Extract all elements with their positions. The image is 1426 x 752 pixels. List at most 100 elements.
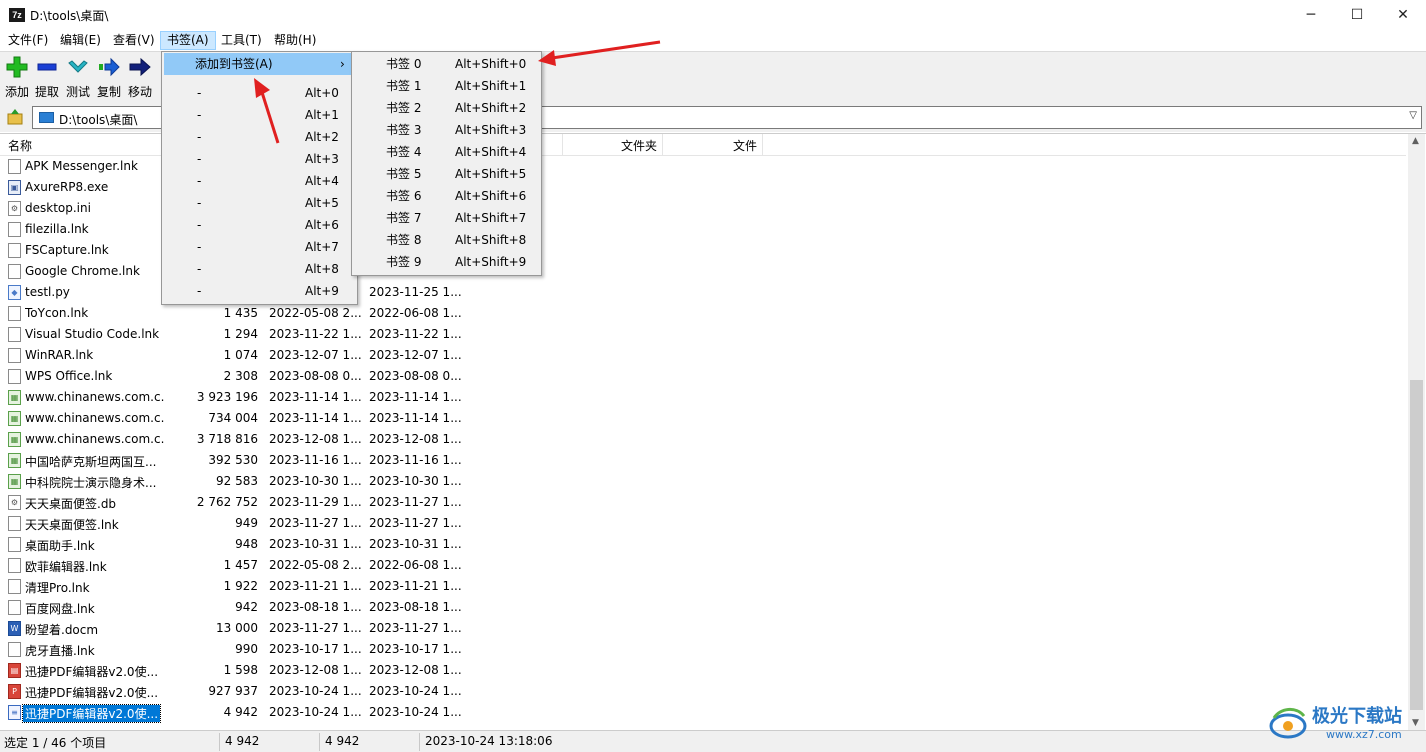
add-bookmark-slot-1[interactable]: 书签 1 Alt+Shift+1 xyxy=(354,75,539,97)
file-row[interactable]: 天天桌面便签.lnk 949 2023-11-27 1... 2023-11-27 1… xyxy=(0,513,1406,534)
bookmarks-menu: 添加到书签(A) › - Alt+0 - Alt+1 - Alt+2 - Alt+3 - Alt+… xyxy=(161,51,358,305)
file-name: AxureRP8.exe xyxy=(25,180,109,194)
file-row[interactable]: ▦ 中国哈萨克斯坦两国互... 392 530 2023-11-16 1... 2023… xyxy=(0,450,1406,471)
menu-tools[interactable]: 工具(T) xyxy=(215,31,268,50)
slot-label: 书签 3 xyxy=(386,123,422,137)
add-bookmark-slot-4[interactable]: 书签 4 Alt+Shift+4 xyxy=(354,141,539,163)
file-row[interactable]: 清理Pro.lnk 1 922 2023-11-21 1... 2023-11-21 … xyxy=(0,576,1406,597)
file-row[interactable]: ▦ www.chinanews.com.c... 734 004 2023-11-14… xyxy=(0,408,1406,429)
file-size: 2 762 752 xyxy=(196,495,258,509)
column-files[interactable]: 文件 xyxy=(733,137,757,154)
file-row[interactable]: WinRAR.lnk 1 074 2023-12-07 1... 2023-12-07… xyxy=(0,345,1406,366)
menu-edit[interactable]: 编辑(E) xyxy=(54,31,107,50)
folder-up-icon[interactable] xyxy=(5,108,25,128)
slot-label: 书签 0 xyxy=(386,57,422,71)
file-row[interactable]: ▦ www.chinanews.com.c... 3 923 196 2023-11-… xyxy=(0,387,1406,408)
file-modified: 2023-12-08 1... xyxy=(269,432,362,446)
bookmark-item-4[interactable]: - Alt+4 xyxy=(164,170,355,192)
vertical-scrollbar[interactable]: ▲ ▼ xyxy=(1408,134,1425,730)
move-button[interactable]: 移动 xyxy=(124,56,156,100)
file-row[interactable]: ▦ www.chinanews.com.c... 3 718 816 2023-12-… xyxy=(0,429,1406,450)
file-row[interactable]: ▤ 迅捷PDF编辑器v2.0使... 1 598 2023-12-08 1... 202… xyxy=(0,660,1406,681)
close-button[interactable]: ✕ xyxy=(1380,0,1426,30)
bookmark-item-5[interactable]: - Alt+5 xyxy=(164,192,355,214)
file-name: 百度网盘.lnk xyxy=(25,602,95,616)
menu-bookmarks[interactable]: 书签(A) xyxy=(160,31,216,50)
file-row[interactable]: 虎牙直播.lnk 990 2023-10-17 1... 2023-10-17 1..… xyxy=(0,639,1406,660)
slot-shortcut: Alt+Shift+0 xyxy=(455,57,527,71)
slot-label: 书签 8 xyxy=(386,233,422,247)
copy-button[interactable]: 复制 xyxy=(93,56,125,100)
maximize-button[interactable]: ☐ xyxy=(1334,0,1380,30)
add-bookmark-slot-5[interactable]: 书签 5 Alt+Shift+5 xyxy=(354,163,539,185)
menu-help[interactable]: 帮助(H) xyxy=(268,31,322,50)
file-row[interactable]: W 盼望着.docm 13 000 2023-11-27 1... 2023-11-27… xyxy=(0,618,1406,639)
py-file-icon: ◆ xyxy=(8,285,21,300)
file-created: 2023-08-08 0... xyxy=(369,369,462,383)
file-row[interactable]: ⚙ 天天桌面便签.db 2 762 752 2023-11-29 1... 2023-1… xyxy=(0,492,1406,513)
bookmark-item-7[interactable]: - Alt+7 xyxy=(164,236,355,258)
scroll-thumb[interactable] xyxy=(1410,380,1423,710)
status-bar: 选定 1 / 46 个项目 4 942 4 942 2023-10-24 13:… xyxy=(0,730,1426,752)
file-row[interactable]: ToYcon.lnk 1 435 2022-05-08 2... 2022-06-08… xyxy=(0,303,1406,324)
bookmark-item-3[interactable]: - Alt+3 xyxy=(164,148,355,170)
slot-label: 书签 9 xyxy=(386,255,422,269)
bookmark-item-0[interactable]: - Alt+0 xyxy=(164,82,355,104)
file-row[interactable]: ▦ 中科院院士演示隐身术... 92 583 2023-10-30 1... 2023-… xyxy=(0,471,1406,492)
file-created: 2023-12-07 1... xyxy=(369,348,462,362)
add-bookmark-slot-3[interactable]: 书签 3 Alt+Shift+3 xyxy=(354,119,539,141)
add-bookmark-slot-9[interactable]: 书签 9 Alt+Shift+9 xyxy=(354,251,539,273)
add-button[interactable]: 添加 xyxy=(1,56,33,100)
bookmark-label: - xyxy=(197,108,202,122)
file-modified: 2023-11-14 1... xyxy=(269,390,362,404)
file-created: 2023-11-25 1... xyxy=(369,285,462,299)
column-folders[interactable]: 文件夹 xyxy=(621,137,657,154)
file-row[interactable]: P 迅捷PDF编辑器v2.0使... 927 937 2023-10-24 1... 2… xyxy=(0,681,1406,702)
scroll-up-icon[interactable]: ▲ xyxy=(1412,136,1419,146)
add-bookmark-slot-6[interactable]: 书签 6 Alt+Shift+6 xyxy=(354,185,539,207)
file-created: 2023-10-30 1... xyxy=(369,474,462,488)
file-size: 1 074 xyxy=(223,348,258,362)
file-size: 3 718 816 xyxy=(196,432,258,446)
column-name[interactable]: 名称 xyxy=(8,137,32,154)
add-bookmark-slot-2[interactable]: 书签 2 Alt+Shift+2 xyxy=(354,97,539,119)
copy-arrow-icon xyxy=(93,56,125,82)
minimize-button[interactable]: ─ xyxy=(1288,0,1334,30)
file-name: 盼望着.docm xyxy=(25,623,99,637)
file-row[interactable]: 桌面助手.lnk 948 2023-10-31 1... 2023-10-31 1..… xyxy=(0,534,1406,555)
submenu-arrow-icon: › xyxy=(340,57,345,71)
move-label: 移动 xyxy=(127,85,152,99)
bookmark-item-1[interactable]: - Alt+1 xyxy=(164,104,355,126)
bookmark-item-6[interactable]: - Alt+6 xyxy=(164,214,355,236)
file-size: 734 004 xyxy=(208,411,258,425)
file-row[interactable]: ≡ 迅捷PDF编辑器v2.0使... 4 942 2023-10-24 1... 202… xyxy=(0,702,1406,723)
menu-view[interactable]: 查看(V) xyxy=(107,31,161,50)
file-row[interactable]: 欧菲编辑器.lnk 1 457 2022-05-08 2... 2022-06-08 … xyxy=(0,555,1406,576)
chevron-down-icon[interactable]: ▽ xyxy=(1409,110,1417,121)
add-bookmark-slot-8[interactable]: 书签 8 Alt+Shift+8 xyxy=(354,229,539,251)
file-size: 2 308 xyxy=(223,369,258,383)
file-created: 2023-11-14 1... xyxy=(369,411,462,425)
file-modified: 2023-12-07 1... xyxy=(269,348,362,362)
file-name: WinRAR.lnk xyxy=(25,348,94,362)
bookmark-item-9[interactable]: - Alt+9 xyxy=(164,280,355,302)
bookmark-shortcut: Alt+0 xyxy=(305,86,339,100)
doc-file-icon: W xyxy=(8,621,21,636)
file-modified: 2023-10-31 1... xyxy=(269,537,362,551)
extract-button[interactable]: 提取 xyxy=(31,56,63,100)
menu-file[interactable]: 文件(F) xyxy=(2,31,54,50)
file-row[interactable]: WPS Office.lnk 2 308 2023-08-08 0... 2023-0… xyxy=(0,366,1406,387)
file-modified: 2023-11-29 1... xyxy=(269,495,362,509)
file-row[interactable]: 百度网盘.lnk 942 2023-08-18 1... 2023-08-18 1..… xyxy=(0,597,1406,618)
bookmark-item-8[interactable]: - Alt+8 xyxy=(164,258,355,280)
add-bookmark-slot-7[interactable]: 书签 7 Alt+Shift+7 xyxy=(354,207,539,229)
add-bookmark-slot-0[interactable]: 书签 0 Alt+Shift+0 xyxy=(354,53,539,75)
add-to-bookmark-item[interactable]: 添加到书签(A) › xyxy=(164,53,355,75)
extract-label: 提取 xyxy=(34,85,59,99)
file-name: WPS Office.lnk xyxy=(25,369,113,383)
file-row[interactable]: Visual Studio Code.lnk 1 294 2023-11-22 1.… xyxy=(0,324,1406,345)
file-modified: 2023-10-24 1... xyxy=(269,705,362,719)
bookmark-item-2[interactable]: - Alt+2 xyxy=(164,126,355,148)
test-button[interactable]: 测试 xyxy=(62,56,94,100)
file-name: 迅捷PDF编辑器v2.0使... xyxy=(21,704,162,723)
